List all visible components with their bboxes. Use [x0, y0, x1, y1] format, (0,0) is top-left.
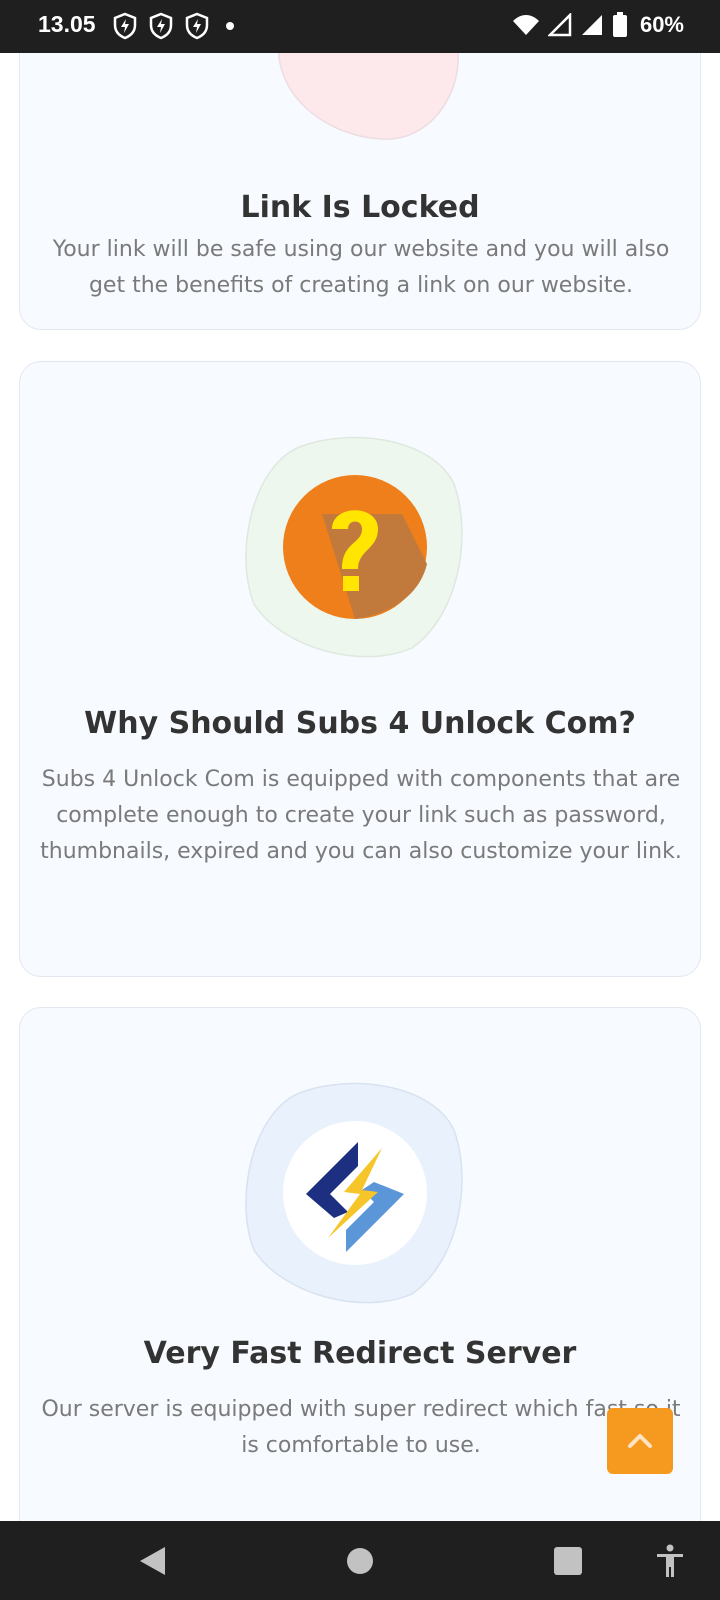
back-icon — [140, 1546, 165, 1575]
card-title: Very Fast Redirect Server — [143, 1336, 577, 1371]
wifi-icon — [512, 15, 539, 35]
card-description: Subs 4 Unlock Com is equipped with compo… — [40, 767, 682, 864]
signal-icon — [581, 15, 602, 35]
system-icons: 60% — [512, 12, 684, 38]
scroll-to-top-button[interactable] — [607, 1408, 673, 1474]
card-description: Your link will be safe using our website… — [52, 237, 670, 298]
page-content: Link Is Locked Your link will be safe us… — [0, 53, 720, 1521]
back-button[interactable] — [120, 1521, 184, 1600]
signal-icon — [547, 13, 572, 37]
feature-card-link-locked: Link Is Locked Your link will be safe us… — [19, 53, 701, 330]
status-time: 13.05 — [38, 11, 96, 37]
home-button[interactable] — [328, 1521, 392, 1600]
feature-card-why-subs4unlock: Why Should Subs 4 Unlock Com? Subs 4 Unl… — [19, 361, 701, 977]
blob-icon — [278, 53, 460, 140]
feature-card-fast-redirect: Very Fast Redirect Server Our server is … — [19, 1007, 701, 1521]
shield-icon — [113, 12, 137, 40]
screen: 13.05 60% Link Is Locked Your link will … — [0, 0, 720, 1600]
navigation-bar — [0, 1521, 720, 1600]
accessibility-button[interactable] — [640, 1521, 700, 1600]
accessibility-icon — [657, 1544, 683, 1577]
card-title: Link Is Locked — [240, 190, 480, 225]
recents-icon — [554, 1546, 582, 1575]
home-icon — [347, 1547, 373, 1574]
notification-icons — [112, 12, 234, 40]
battery-icon — [612, 12, 627, 37]
notification-dot-icon — [226, 22, 234, 30]
card-description: Our server is equipped with super redire… — [41, 1397, 681, 1458]
lightning-bolt-logo-icon — [283, 1121, 427, 1265]
question-mark-icon — [283, 475, 427, 619]
shield-icon — [185, 12, 209, 40]
chevron-up-icon — [628, 1434, 652, 1448]
recents-button[interactable] — [536, 1521, 600, 1600]
battery-percentage: 60% — [639, 12, 684, 37]
shield-icon — [149, 12, 173, 40]
status-bar: 13.05 60% — [0, 0, 720, 53]
card-title: Why Should Subs 4 Unlock Com? — [84, 706, 636, 741]
